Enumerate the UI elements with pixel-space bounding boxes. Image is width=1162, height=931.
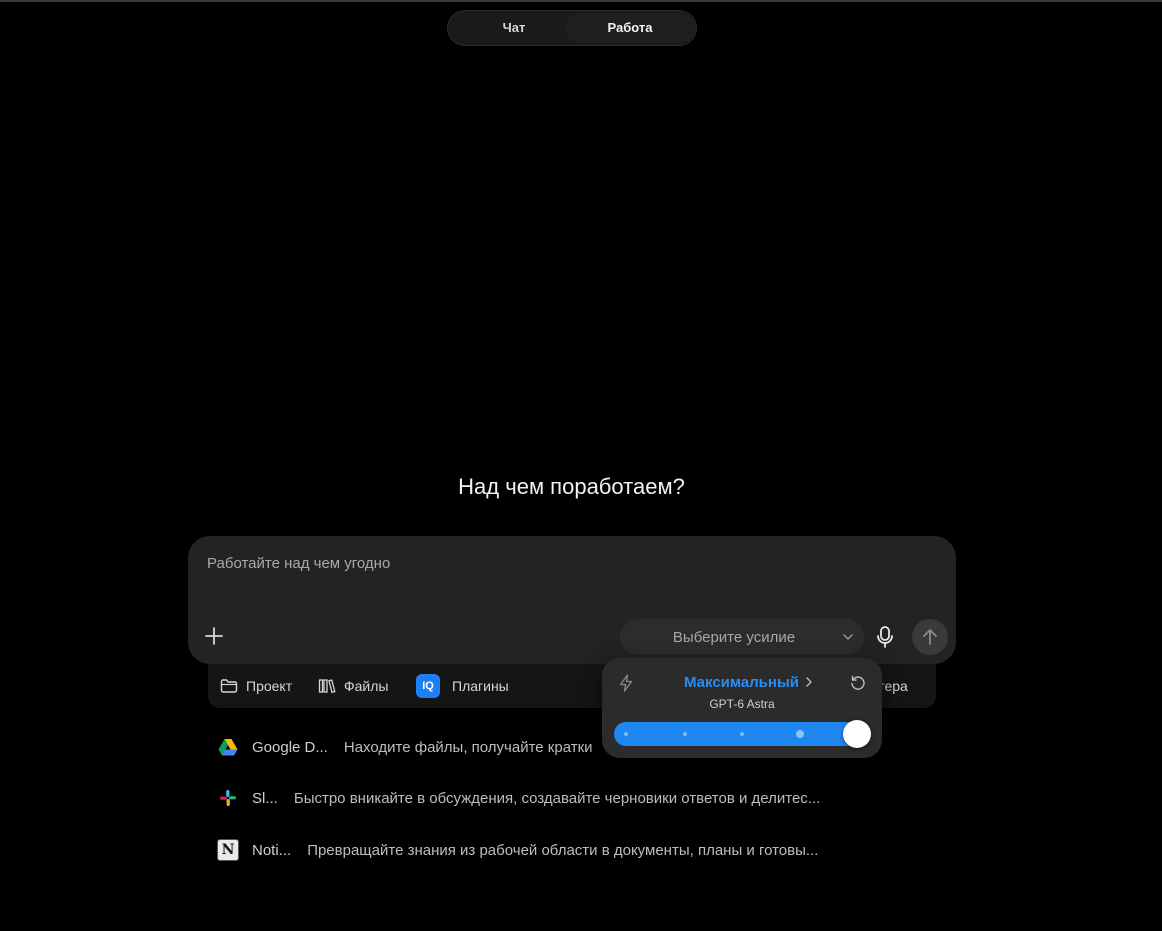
notion-icon: N: [216, 838, 240, 862]
mode-toggle: Чат Работа: [447, 10, 697, 46]
composer: Работайте над чем угодно Выберите усилие: [188, 536, 956, 664]
effort-select-label: Выберите усилие: [672, 629, 796, 646]
effort-slider[interactable]: [614, 720, 871, 748]
plugin-description: Быстро вникайте в обсуждения, создавайте…: [293, 789, 821, 807]
plugins-button[interactable]: IQ Плагины: [416, 664, 509, 708]
plugin-description: Превращайте знания из рабочей области в …: [307, 841, 819, 859]
window-top-border: [0, 0, 1162, 2]
list-item[interactable]: Sl... Быстро вникайте в обсуждения, созд…: [216, 784, 820, 812]
plugin-description: Находите файлы, получайте кратки: [343, 738, 593, 756]
list-item[interactable]: N Noti... Превращайте знания из рабочей …: [216, 836, 818, 864]
plugin-name: Noti...: [252, 841, 292, 859]
library-icon: [318, 679, 336, 694]
send-button[interactable]: [912, 619, 948, 655]
folder-icon: [220, 679, 238, 693]
slider-step-dot: [796, 730, 804, 738]
lightning-icon: [619, 674, 633, 692]
prompt-input[interactable]: Работайте над чем угодно: [207, 555, 390, 572]
notion-glyph: N: [217, 839, 239, 861]
effort-level-label[interactable]: Максимальный: [684, 674, 799, 691]
slider-thumb[interactable]: [843, 720, 871, 748]
microphone-icon[interactable]: [874, 625, 896, 649]
arrow-up-icon: [923, 629, 937, 645]
effort-popup: Максимальный GPT-6 Astra: [602, 658, 882, 758]
project-label: Проект: [246, 678, 293, 694]
plugins-label: Плагины: [452, 678, 509, 694]
slider-step-dot: [683, 732, 687, 736]
effort-select[interactable]: Выберите усилие: [620, 619, 864, 655]
model-name: GPT-6 Astra: [709, 697, 775, 711]
plugins-badge-icon: IQ: [416, 674, 440, 698]
slider-step-dot: [624, 732, 628, 736]
plugin-name: Google D...: [252, 738, 328, 756]
files-button[interactable]: Файлы: [318, 664, 388, 708]
reset-icon[interactable]: [849, 674, 867, 692]
plugin-name: Sl...: [252, 789, 278, 807]
page-title: Над чем поработаем?: [458, 474, 685, 499]
tab-chat[interactable]: Чат: [450, 13, 578, 43]
list-item[interactable]: Google D... Находите файлы, получайте кр…: [216, 733, 593, 761]
plus-icon[interactable]: [202, 624, 226, 648]
chevron-right-icon: [806, 677, 812, 687]
slider-step-dot: [740, 732, 744, 736]
tab-work[interactable]: Работа: [565, 13, 695, 43]
slack-icon: [216, 786, 240, 810]
chevron-down-icon: [843, 634, 853, 640]
files-label: Файлы: [344, 678, 389, 694]
google-drive-icon: [216, 735, 240, 759]
project-button[interactable]: Проект: [220, 664, 292, 708]
